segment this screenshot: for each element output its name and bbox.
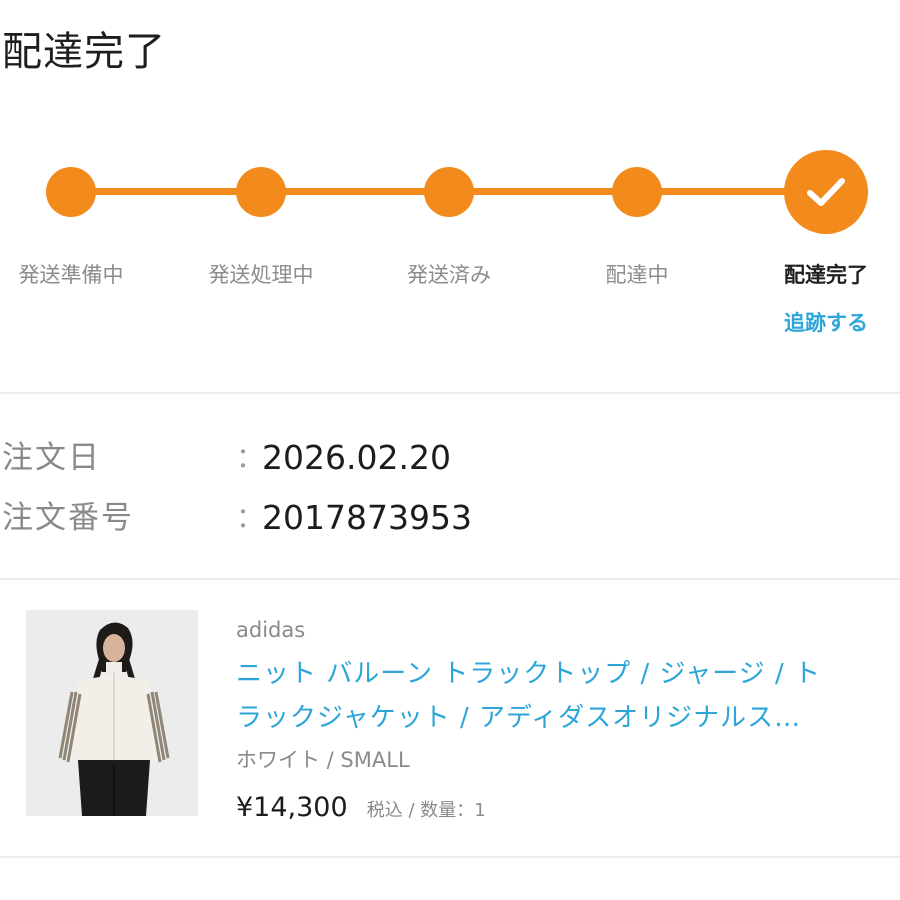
step-label-4: 配達中 <box>605 263 669 287</box>
track-shipment-link[interactable]: 追跡する <box>736 310 900 336</box>
step-dot-4 <box>612 167 662 217</box>
step-dot-5-complete <box>784 150 868 234</box>
section-divider <box>0 392 900 394</box>
product-name-link[interactable]: ニット バルーン トラックトップ / ジャージ / ト ラックジャケット / ア… <box>236 652 876 740</box>
price-row: ¥14,300 税込 / 数量：1 <box>236 788 486 828</box>
step-label-5: 配達完了 <box>784 263 868 287</box>
step-dot-1 <box>46 167 96 217</box>
step-dot-3 <box>424 167 474 217</box>
order-number-row: 注文番号 ： 2017873953 <box>0 496 900 546</box>
order-number-label: 注文番号 <box>2 500 134 536</box>
check-icon <box>805 175 847 209</box>
section-divider <box>0 578 900 580</box>
order-number-value: 2017873953 <box>262 498 472 537</box>
step-label-2: 発送処理中 <box>208 263 314 287</box>
product-variant: ホワイト / SMALL <box>236 748 410 772</box>
product-photo[interactable] <box>26 610 198 816</box>
section-divider <box>0 856 900 858</box>
step-dot-2 <box>236 167 286 217</box>
page-title: 配達完了 <box>2 29 166 75</box>
delivery-progress-tracker <box>0 150 900 250</box>
step-label-1: 発送準備中 <box>18 263 124 287</box>
order-detail-page: 配達完了 発送準備中 発送処理中 発送済み 配達中 配達完了 追跡する 注文日 … <box>0 0 900 900</box>
step-label-3: 発送済み <box>407 263 491 287</box>
order-date-label: 注文日 <box>2 440 101 476</box>
order-date-value: 2026.02.20 <box>262 438 451 477</box>
product-name-line-1: ニット バルーン トラックトップ / ジャージ / ト <box>236 659 821 689</box>
order-date-separator: ： <box>236 441 265 474</box>
order-date-row: 注文日 ： 2026.02.20 <box>0 436 900 486</box>
order-number-separator: ： <box>236 501 265 534</box>
price-tax-quantity: 税込 / 数量：1 <box>366 800 486 821</box>
product-name-line-2: ラックジャケット / アディダスオリジナルス… <box>236 703 802 733</box>
product-price: ¥14,300 <box>236 792 348 823</box>
product-brand: adidas <box>236 618 306 642</box>
